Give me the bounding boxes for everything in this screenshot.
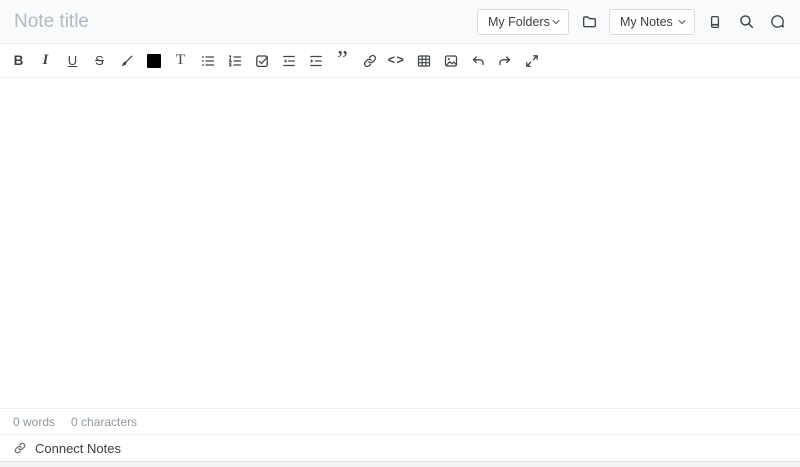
- ordered-list-icon: [228, 54, 241, 67]
- undo-button[interactable]: [464, 48, 491, 74]
- bullet-list-button[interactable]: [194, 48, 221, 74]
- character-count: 0 characters: [71, 414, 138, 429]
- bold-button[interactable]: B: [5, 48, 32, 74]
- chevron-down-icon: [678, 19, 686, 24]
- strikethrough-icon: S: [95, 53, 104, 68]
- redo-button[interactable]: [491, 48, 518, 74]
- font-button[interactable]: T: [167, 48, 194, 74]
- chevron-down-icon: [552, 19, 560, 24]
- underline-icon: U: [67, 53, 78, 68]
- undo-icon: [472, 55, 484, 65]
- code-icon: <>: [387, 53, 406, 68]
- fullscreen-button[interactable]: [518, 48, 545, 74]
- table-button[interactable]: [410, 48, 437, 74]
- italic-button[interactable]: I: [32, 48, 59, 74]
- fullscreen-icon: [525, 54, 538, 67]
- folders-select-value: My Folders: [488, 14, 550, 29]
- highlighter-button[interactable]: [113, 48, 140, 74]
- table-icon: [417, 54, 430, 67]
- notebook-button[interactable]: [704, 11, 726, 33]
- bullet-list-icon: [201, 55, 214, 66]
- header-bar: My Folders My Notes: [0, 0, 800, 44]
- header-controls: My Folders My Notes: [477, 8, 788, 35]
- link-button[interactable]: [356, 48, 383, 74]
- search-icon: [739, 15, 753, 29]
- link-icon: [14, 442, 26, 454]
- color-swatch-icon: [146, 53, 161, 68]
- chat-icon: [770, 15, 784, 28]
- note-editor[interactable]: [0, 78, 800, 408]
- search-button[interactable]: [735, 11, 757, 33]
- word-count: 0 words: [13, 414, 56, 429]
- folders-select[interactable]: My Folders: [477, 8, 569, 35]
- notebook-icon: [710, 15, 720, 28]
- font-icon: T: [175, 52, 186, 68]
- folder-icon: [582, 16, 596, 28]
- chat-button[interactable]: [766, 11, 788, 33]
- quote-button[interactable]: ”: [329, 48, 356, 74]
- outdent-button[interactable]: [275, 48, 302, 74]
- formatting-toolbar: B I U S T ” <>: [0, 44, 800, 78]
- connect-notes-bar[interactable]: Connect Notes: [0, 434, 800, 461]
- notes-select[interactable]: My Notes: [609, 8, 695, 35]
- italic-icon: I: [42, 52, 49, 69]
- link-icon: [363, 54, 376, 67]
- bottom-strip: [0, 461, 800, 467]
- outdent-icon: [282, 55, 295, 66]
- note-title-input[interactable]: [14, 10, 477, 33]
- underline-button[interactable]: U: [59, 48, 86, 74]
- text-color-button[interactable]: [140, 48, 167, 74]
- status-bar: 0 words 0 characters: [0, 408, 800, 434]
- code-button[interactable]: <>: [383, 48, 410, 74]
- task-list-button[interactable]: [248, 48, 275, 74]
- image-icon: [444, 54, 457, 67]
- strikethrough-button[interactable]: S: [86, 48, 113, 74]
- bold-icon: B: [13, 52, 24, 68]
- indent-button[interactable]: [302, 48, 329, 74]
- image-button[interactable]: [437, 48, 464, 74]
- indent-icon: [309, 55, 322, 66]
- connect-notes-label: Connect Notes: [35, 440, 121, 456]
- folder-button[interactable]: [578, 11, 600, 33]
- task-list-icon: [255, 54, 268, 67]
- redo-icon: [498, 55, 510, 65]
- ordered-list-button[interactable]: [221, 48, 248, 74]
- highlighter-pen-icon: [121, 55, 132, 66]
- quote-icon: ”: [337, 46, 348, 73]
- notes-select-value: My Notes: [620, 14, 673, 29]
